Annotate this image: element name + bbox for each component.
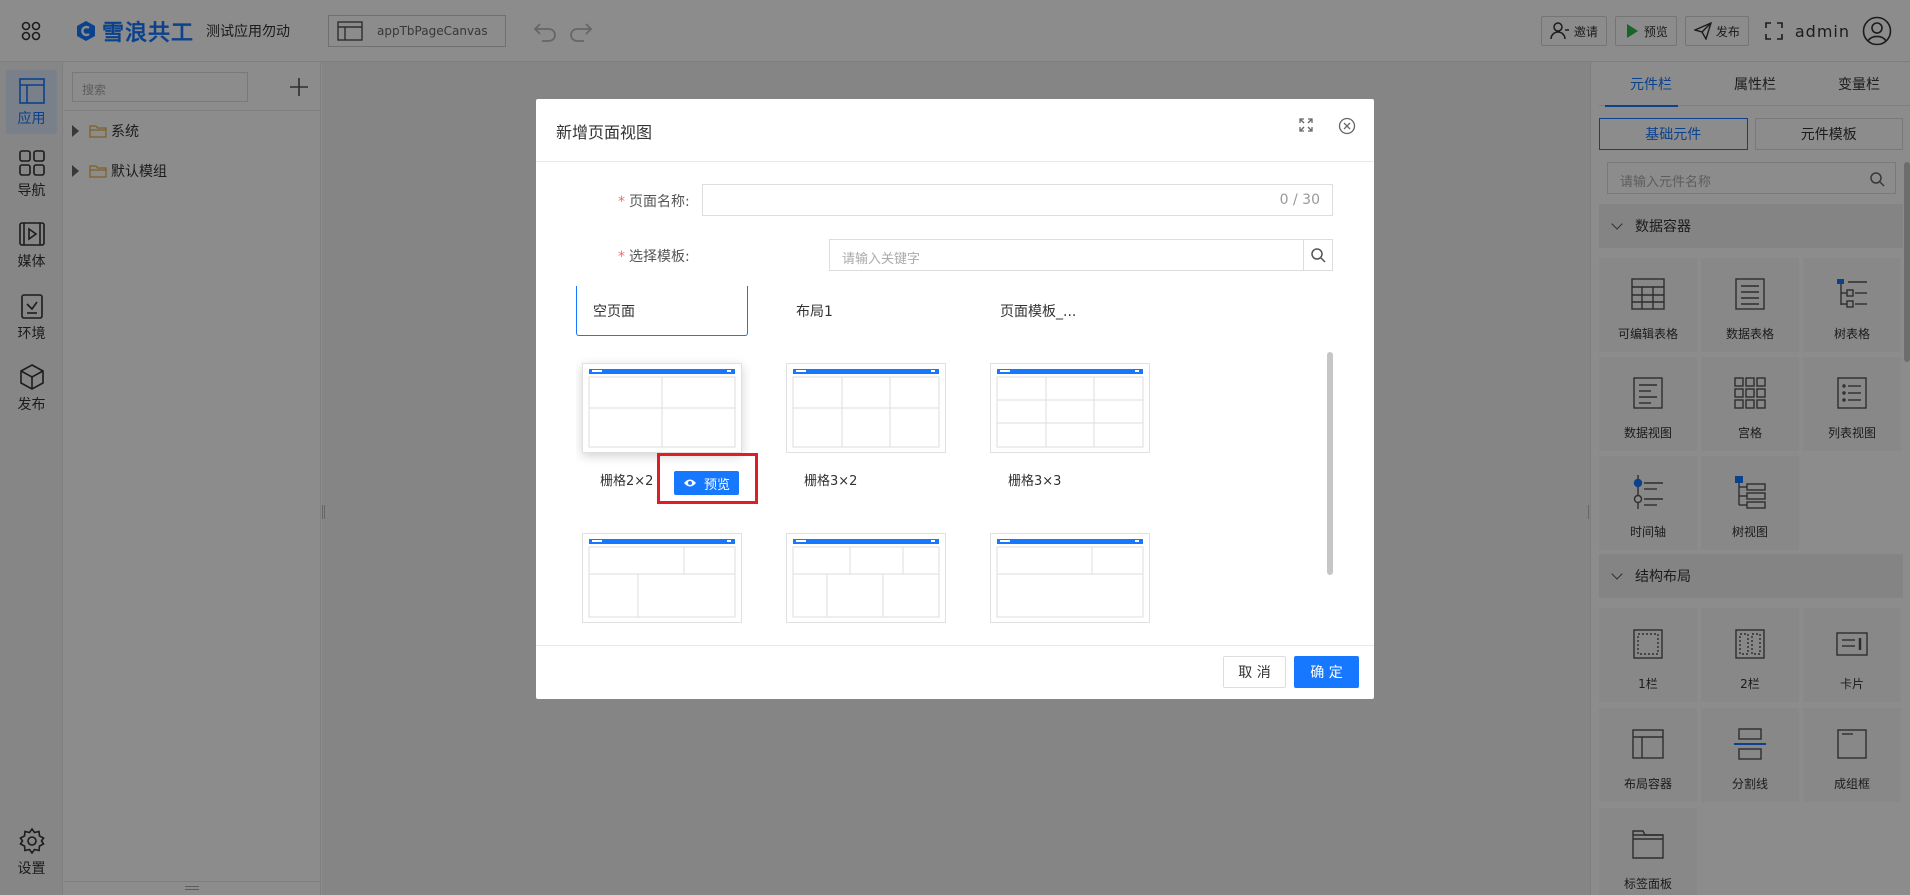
template-tab-page-template[interactable]: 页面模板_... (984, 286, 1156, 336)
template-name: 栅格2×2 (600, 474, 654, 489)
grid-3x3-thumbnail (996, 369, 1144, 448)
template-list: 栅格2×2 栅格3×2 栅格3×3 (576, 349, 1336, 716)
template-keyword-input[interactable]: 请输入关键字 (829, 239, 1304, 271)
layout-thumbnail (792, 539, 940, 618)
template-label: * 选择模板: (618, 246, 690, 266)
layout-thumbnail (996, 539, 1144, 618)
expand-icon[interactable] (1298, 117, 1314, 133)
template-tab-layout1[interactable]: 布局1 (780, 286, 952, 336)
template-card-grid2x2[interactable] (582, 363, 742, 453)
close-icon[interactable] (1338, 117, 1356, 135)
page-name-input[interactable]: 0 / 30 (702, 184, 1333, 216)
page-name-label: * 页面名称: (618, 191, 690, 211)
search-icon (1311, 248, 1326, 263)
template-name: 栅格3×2 (804, 474, 858, 489)
cancel-button[interactable]: 取 消 (1223, 656, 1286, 688)
layout-thumbnail (588, 539, 736, 618)
template-tab-blank[interactable]: 空页面 (576, 286, 748, 336)
required-mark: * (618, 194, 625, 210)
template-card[interactable] (990, 533, 1150, 623)
dialog-title: 新增页面视图 (556, 123, 653, 142)
highlight-box (657, 453, 758, 504)
grid-3x2-thumbnail (792, 369, 940, 448)
template-card[interactable] (582, 533, 742, 623)
grid-2x2-thumbnail (588, 369, 736, 448)
template-card-grid3x2[interactable] (786, 363, 946, 453)
template-label-text: 选择模板: (629, 249, 690, 265)
template-card[interactable] (786, 533, 946, 623)
new-page-view-dialog: 新增页面视图 * 页面名称: 0 / 30 * 选择模板: 请输入关键字 空页面 布… (536, 99, 1374, 699)
page-name-label-text: 页面名称: (629, 194, 690, 210)
template-search-button[interactable] (1303, 239, 1333, 271)
template-card-grid3x3[interactable] (990, 363, 1150, 453)
template-name: 栅格3×3 (1008, 474, 1062, 489)
template-list-scrollbar[interactable] (1327, 352, 1333, 575)
required-mark: * (618, 249, 625, 265)
confirm-button[interactable]: 确 定 (1294, 656, 1359, 688)
